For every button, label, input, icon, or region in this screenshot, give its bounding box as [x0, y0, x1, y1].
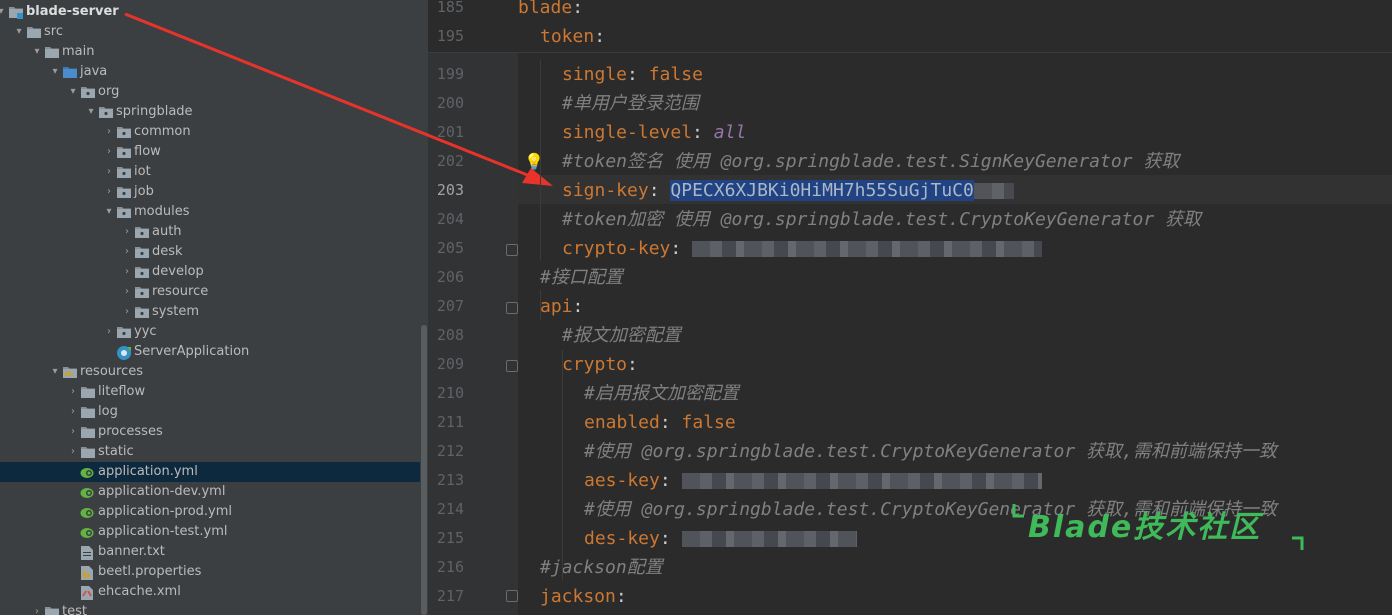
code-line[interactable]: #token签名 使用 @org.springblade.test.SignKe… [0, 147, 1392, 176]
redacted-value [973, 183, 1014, 199]
yaml-token: : [659, 528, 682, 549]
code-line[interactable]: blade: [0, 0, 1392, 22]
code-line[interactable]: api: [0, 292, 1392, 321]
indent-guide [540, 290, 541, 320]
code-line[interactable]: crypto: [0, 350, 1392, 379]
yaml-comment: #单用户登录范围 [562, 93, 699, 114]
indent-guide [540, 60, 541, 260]
code-line[interactable]: #报文加密配置 [0, 321, 1392, 350]
yaml-key: single [562, 64, 628, 85]
yaml-key: crypto [562, 354, 628, 375]
code-line[interactable]: #单用户登录范围 [0, 89, 1392, 118]
fold-marker-icon[interactable] [506, 244, 518, 256]
yaml-token: false [681, 412, 736, 433]
yaml-comment: #token签名 使用 @org.springblade.test.SignKe… [562, 151, 1180, 172]
code-line[interactable]: crypto-key: [0, 234, 1392, 263]
code-line[interactable]: jackson: [0, 582, 1392, 611]
yaml-key: blade [518, 0, 573, 18]
code-line[interactable]: single: false [0, 60, 1392, 89]
yaml-token: : [692, 122, 714, 143]
yaml-comment: #接口配置 [540, 267, 623, 288]
yaml-comment: #使用 @org.springblade.test.CryptoKeyGener… [584, 441, 1277, 462]
code-line[interactable]: aes-key: [0, 466, 1392, 495]
yaml-token: : [572, 296, 584, 317]
code-line[interactable]: sign-key: QPECX6XJBKi0HiMH7h55SuGjTuC0 [0, 176, 1392, 205]
fold-marker-icon[interactable] [506, 302, 518, 314]
watermark-text: Blade技术社区 [1028, 510, 1262, 545]
yaml-token: : [572, 0, 584, 18]
yaml-token: false [648, 64, 703, 85]
yaml-token: : [615, 586, 627, 607]
fold-marker-icon[interactable] [506, 360, 518, 372]
yaml-key: aes-key [584, 470, 660, 491]
yaml-token: : [659, 412, 682, 433]
yaml-key: enabled [584, 412, 660, 433]
indent-guide [562, 350, 563, 580]
code-line[interactable]: #jackson配置 [0, 553, 1392, 582]
yaml-key: crypto-key [562, 238, 671, 259]
yaml-token: : [659, 470, 682, 491]
redacted-value [681, 473, 1042, 489]
watermark: Blade技术社区 [1010, 496, 1306, 554]
yaml-comment: #token加密 使用 @org.springblade.test.Crypto… [562, 209, 1202, 230]
fold-marker-icon[interactable] [506, 590, 518, 602]
code-line[interactable]: #使用 @org.springblade.test.CryptoKeyGener… [0, 437, 1392, 466]
yaml-key: api [540, 296, 573, 317]
yaml-comment: #jackson配置 [540, 557, 663, 578]
yaml-token: : [594, 26, 606, 47]
code-line[interactable]: #启用报文加密配置 [0, 379, 1392, 408]
yaml-token: : [648, 180, 671, 201]
sticky-header: 185 blade: 195 token: [428, 0, 1392, 53]
yaml-token: all [713, 122, 747, 143]
yaml-key: des-key [584, 528, 660, 549]
selected-value: QPECX6XJBKi0HiMH7h55SuGjTuC0 [670, 180, 974, 201]
yaml-key: token [540, 26, 595, 47]
code-line[interactable]: #接口配置 [0, 263, 1392, 292]
yaml-comment: #启用报文加密配置 [584, 383, 739, 404]
yaml-key: jackson [540, 586, 616, 607]
code-line[interactable]: token: [0, 22, 1392, 51]
yaml-token: : [670, 238, 693, 259]
redacted-value [692, 241, 1043, 257]
yaml-token: : [627, 354, 638, 375]
code-line[interactable]: single-level: all [0, 118, 1392, 147]
yaml-key: single-level [562, 122, 693, 143]
redacted-value [681, 531, 857, 547]
yaml-comment: #报文加密配置 [562, 325, 681, 346]
yaml-token: : [627, 64, 649, 85]
yaml-key: sign-key [562, 180, 649, 201]
code-line[interactable]: #token加密 使用 @org.springblade.test.Crypto… [0, 205, 1392, 234]
code-line[interactable]: enabled: false [0, 408, 1392, 437]
